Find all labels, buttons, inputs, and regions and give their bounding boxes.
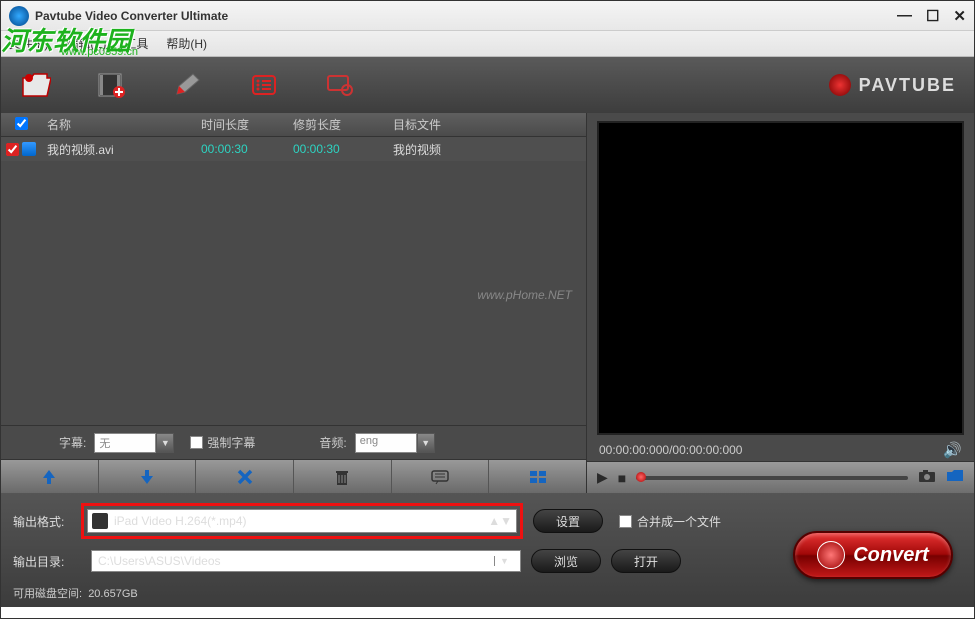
output-path: C:\Users\ASUS\Videos bbox=[98, 554, 221, 568]
remove-button[interactable] bbox=[196, 460, 294, 493]
snapshot-button[interactable] bbox=[918, 469, 936, 486]
menu-edit[interactable]: 编辑(E) bbox=[66, 35, 106, 52]
cell-name: 我的视频.avi bbox=[41, 141, 201, 158]
audio-dropdown-button[interactable]: ▼ bbox=[417, 433, 435, 453]
play-button[interactable]: ▶ bbox=[597, 469, 608, 486]
player-bar: ▶ ■ bbox=[587, 461, 974, 493]
format-icon bbox=[92, 513, 108, 529]
open-button[interactable]: 打开 bbox=[611, 549, 681, 573]
list-button[interactable] bbox=[247, 68, 281, 102]
preview-area bbox=[597, 121, 964, 435]
col-trim: 修剪长度 bbox=[293, 116, 393, 133]
stop-button[interactable]: ■ bbox=[618, 470, 626, 486]
audio-label: 音频: bbox=[319, 434, 346, 451]
disk-space: 可用磁盘空间: 20.657GB bbox=[13, 583, 962, 601]
move-down-button[interactable] bbox=[99, 460, 197, 493]
time-display: 00:00:00:000/00:00:00:000 bbox=[599, 443, 742, 457]
brand: PAVTUBE bbox=[829, 74, 956, 96]
output-label: 输出目录: bbox=[13, 553, 71, 570]
cell-target: 我的视频 bbox=[393, 141, 586, 158]
brand-name: PAVTUBE bbox=[859, 75, 956, 96]
app-icon bbox=[9, 6, 29, 26]
subtitle-label: 字幕: bbox=[59, 434, 86, 451]
info-button[interactable] bbox=[392, 460, 490, 493]
convert-button[interactable]: Convert bbox=[793, 531, 953, 579]
table-body: www.pHome.NET bbox=[1, 161, 586, 425]
output-dropdown-icon: ▼ bbox=[494, 556, 514, 566]
file-list-panel: 名称 时间长度 修剪长度 目标文件 我的视频.avi 00:00:30 00:0… bbox=[1, 113, 586, 493]
output-path-input[interactable]: C:\Users\ASUS\Videos ▼ bbox=[91, 550, 521, 572]
open-folder-button[interactable] bbox=[19, 68, 53, 102]
subtitle-dropdown-button[interactable]: ▼ bbox=[156, 433, 174, 453]
audio-select[interactable]: eng bbox=[355, 433, 417, 453]
menu-tools[interactable]: 工具 bbox=[124, 35, 148, 52]
format-value: iPad Video H.264(*.mp4) bbox=[114, 514, 488, 528]
format-label: 输出格式: bbox=[13, 513, 71, 530]
add-video-button[interactable] bbox=[95, 68, 129, 102]
titlebar: Pavtube Video Converter Ultimate — ☐ ✕ bbox=[1, 1, 974, 31]
format-select[interactable]: iPad Video H.264(*.mp4) ▲▼ bbox=[87, 509, 517, 533]
convert-icon bbox=[817, 541, 845, 569]
browse-button[interactable]: 浏览 bbox=[531, 549, 601, 573]
minimize-button[interactable]: — bbox=[897, 7, 912, 25]
row-checkbox[interactable] bbox=[6, 143, 19, 156]
screen-button[interactable] bbox=[323, 68, 357, 102]
subtitle-row: 字幕: 无 ▼ 强制字幕 音频: eng ▼ bbox=[1, 425, 586, 459]
convert-label: Convert bbox=[853, 544, 929, 567]
format-dropdown-icon: ▲▼ bbox=[488, 514, 512, 528]
video-file-icon bbox=[22, 142, 36, 156]
subtitle-select[interactable]: 无 bbox=[94, 433, 156, 453]
close-button[interactable]: ✕ bbox=[953, 7, 966, 25]
cell-trim: 00:00:30 bbox=[293, 142, 393, 156]
folder-button[interactable] bbox=[946, 469, 964, 486]
action-bar bbox=[1, 459, 586, 493]
preview-panel: 00:00:00:000/00:00:00:000 🔊 ▶ ■ bbox=[586, 113, 974, 493]
merge-label: 合并成一个文件 bbox=[637, 513, 721, 530]
force-subtitle-label: 强制字幕 bbox=[207, 434, 255, 451]
bottom-panel: 输出格式: iPad Video H.264(*.mp4) ▲▼ 设置 合并成一… bbox=[1, 493, 974, 607]
edit-button[interactable] bbox=[171, 68, 205, 102]
merge-checkbox[interactable] bbox=[619, 515, 632, 528]
delete-button[interactable] bbox=[294, 460, 392, 493]
volume-icon[interactable]: 🔊 bbox=[943, 441, 962, 459]
watermark-center: www.pHome.NET bbox=[477, 288, 572, 302]
toolbar: PAVTUBE bbox=[1, 57, 974, 113]
table-header: 名称 时间长度 修剪长度 目标文件 bbox=[1, 113, 586, 137]
move-up-button[interactable] bbox=[1, 460, 99, 493]
col-name: 名称 bbox=[41, 116, 201, 133]
table-row[interactable]: 我的视频.avi 00:00:30 00:00:30 我的视频 bbox=[1, 137, 586, 161]
col-duration: 时间长度 bbox=[201, 116, 293, 133]
progress-slider[interactable] bbox=[636, 476, 908, 480]
brand-icon bbox=[829, 74, 851, 96]
menu-file[interactable]: 文件(F) bbox=[9, 35, 48, 52]
menubar: 河东软件园 www.pc0359.cn 文件(F) 编辑(E) 工具 帮助(H) bbox=[1, 31, 974, 57]
cell-duration: 00:00:30 bbox=[201, 142, 293, 156]
grid-button[interactable] bbox=[489, 460, 586, 493]
settings-button[interactable]: 设置 bbox=[533, 509, 603, 533]
menu-help[interactable]: 帮助(H) bbox=[166, 35, 207, 52]
app-title: Pavtube Video Converter Ultimate bbox=[35, 9, 228, 23]
force-subtitle-checkbox[interactable] bbox=[190, 436, 203, 449]
maximize-button[interactable]: ☐ bbox=[926, 7, 939, 25]
col-target: 目标文件 bbox=[393, 116, 586, 133]
select-all-checkbox[interactable] bbox=[15, 117, 28, 130]
